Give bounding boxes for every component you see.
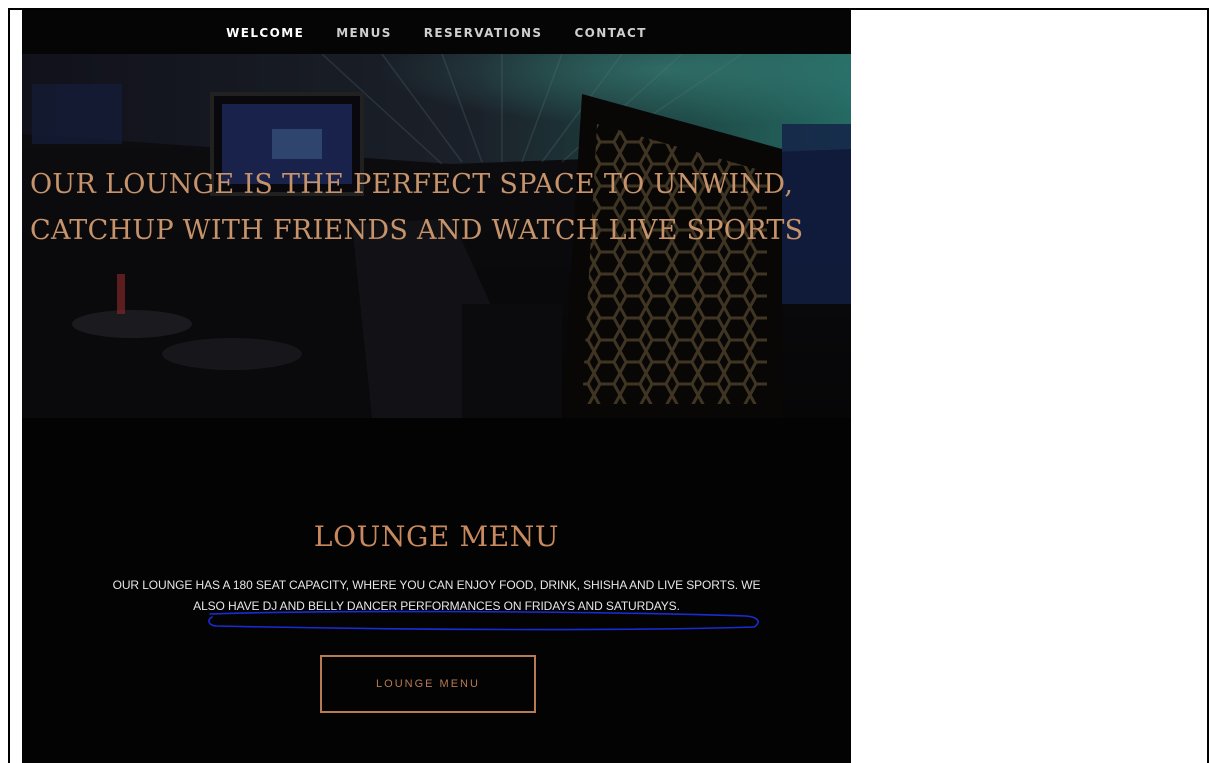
description-line-1: OUR LOUNGE HAS A 180 SEAT CAPACITY, WHER… [112,578,761,592]
nav-welcome-link[interactable]: WELCOME [226,24,304,40]
hero-banner: OUR LOUNGE IS THE PERFECT SPACE TO UNWIN… [22,54,851,418]
nav-contact-link[interactable]: CONTACT [574,24,646,40]
lounge-menu-heading: LOUNGE MENU [313,520,560,553]
top-navigation: WELCOME MENUS RESERVATIONS CONTACT [22,10,851,54]
highlight-annotation [208,610,759,631]
lounge-menu-button[interactable]: LOUNGE MENU [320,655,536,713]
nav-menus-link[interactable]: MENUS [336,24,392,40]
hero-headline: OUR LOUNGE IS THE PERFECT SPACE TO UNWIN… [30,169,804,246]
nav-reservations-link[interactable]: RESERVATIONS [424,24,543,40]
website-page: WELCOME MENUS RESERVATIONS CONTACT OUR L… [22,10,851,763]
